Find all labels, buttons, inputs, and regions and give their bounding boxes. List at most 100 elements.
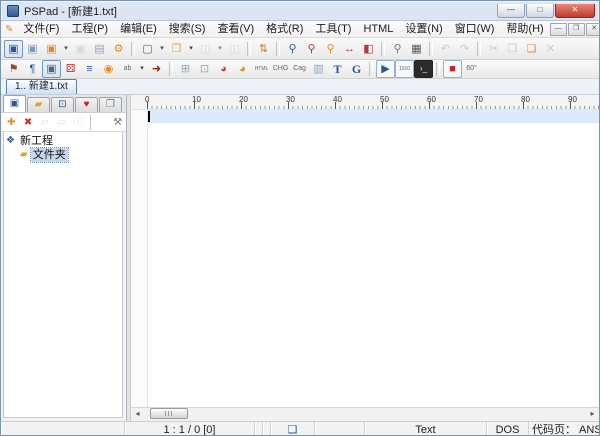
maximize-button[interactable]: □ — [526, 4, 554, 18]
tree-item-project[interactable]: ❖ 新工程 — [4, 134, 122, 148]
show-formatting-icon[interactable]: ¶ — [23, 60, 42, 78]
scrollbar-thumb[interactable] — [150, 408, 188, 419]
titlebar[interactable]: PSPad - [新建1.txt] —□✕ — [1, 1, 599, 20]
html-colors-icon[interactable]: ◕ — [233, 60, 252, 78]
numbers-icon[interactable]: 1010 — [395, 60, 414, 78]
minimize-button[interactable]: — — [497, 4, 525, 18]
menu-item[interactable]: 窗口(W) — [449, 22, 501, 37]
google-search-icon[interactable]: G — [347, 60, 366, 78]
project-new-icon[interactable]: ▣ — [4, 40, 23, 58]
ruler-mark: 70 — [474, 95, 521, 104]
cut-icon[interactable]: ✂ — [484, 40, 503, 58]
code-page-book-icon[interactable]: ◧ — [359, 40, 378, 58]
text-filter-icon[interactable]: T — [328, 60, 347, 78]
close-button[interactable]: ✕ — [555, 4, 595, 18]
code-explorer-icon[interactable]: ⚑ — [4, 60, 23, 78]
paste-icon[interactable]: ❏ — [522, 40, 541, 58]
menu-item[interactable]: 帮助(H) — [500, 22, 549, 37]
goto-line-icon[interactable]: ↔ — [340, 40, 359, 58]
char-table-menu-icon[interactable]: ▾ — [137, 60, 147, 78]
sidebar-tab-files[interactable]: ▰ — [27, 97, 50, 112]
tag-editor-icon[interactable]: ⊡ — [195, 60, 214, 78]
toolbar-separator — [90, 115, 107, 130]
menu-item[interactable]: 工具(T) — [309, 22, 357, 37]
open-file-icon[interactable]: ❒ — [167, 40, 186, 58]
lock-file-icon[interactable]: ◉ — [99, 60, 118, 78]
run-script-icon[interactable]: ▶ — [376, 60, 395, 78]
undo-icon[interactable]: ↶ — [436, 40, 455, 58]
text-area[interactable] — [131, 110, 599, 407]
save-file-menu-icon[interactable]: ▾ — [215, 40, 225, 58]
project-save-menu-icon[interactable]: ▾ — [61, 40, 71, 58]
project-keymap-icon[interactable]: ▤ — [90, 40, 109, 58]
mdi-minimize-button[interactable]: — — [550, 23, 567, 36]
scroll-right-button[interactable]: ▸ — [586, 408, 599, 421]
ruler-mark: 20 — [239, 95, 286, 104]
console-icon[interactable]: ›_ — [414, 60, 433, 78]
scroll-left-button[interactable]: ◂ — [131, 408, 144, 421]
table-icon[interactable]: ▥ — [309, 60, 328, 78]
record-macro-icon[interactable]: ■ — [443, 60, 462, 78]
sidebar-tabs: ▣▰⊡♥❐ — [1, 95, 126, 112]
project-open-icon[interactable]: ▣ — [23, 40, 42, 58]
char-table-icon[interactable]: ab — [118, 60, 137, 78]
wysiwyg-icon[interactable]: HTML — [252, 60, 271, 78]
open-file-menu-icon[interactable]: ▾ — [186, 40, 196, 58]
print-preview-icon[interactable]: ⚲ — [388, 40, 407, 58]
project-save-icon[interactable]: ▣ — [42, 40, 61, 58]
horizontal-scrollbar[interactable]: ◂ ▸ — [131, 407, 599, 421]
mdi-close-button[interactable]: ✕ — [586, 23, 600, 36]
project-info-icon[interactable]: ⓘ — [70, 114, 87, 131]
project-close-icon[interactable]: ▣ — [71, 40, 90, 58]
menu-item[interactable]: 格式(R) — [260, 22, 309, 37]
menu-item[interactable]: 文件(F) — [17, 22, 65, 37]
delete-icon[interactable]: ✕ — [541, 40, 560, 58]
print-icon[interactable]: ▦ — [407, 40, 426, 58]
project-open-folder-icon[interactable]: ▱ — [53, 114, 70, 131]
copy-icon[interactable]: ❐ — [503, 40, 522, 58]
sidebar-tab-windows[interactable]: ❐ — [99, 97, 122, 112]
color-picker-icon[interactable]: ◕ — [214, 60, 233, 78]
strip-tags-icon[interactable]: Cag — [290, 60, 309, 78]
toolbar-separator — [436, 62, 440, 76]
redo-icon[interactable]: ↷ — [455, 40, 474, 58]
tree-item-folder[interactable]: ▰ 文件夹 — [4, 148, 122, 162]
change-case-icon[interactable]: CHG — [271, 60, 290, 78]
menu-item[interactable]: 编辑(E) — [114, 22, 163, 37]
degree-icon[interactable]: 60° — [462, 60, 481, 78]
code-tree-icon[interactable]: ⇅ — [254, 40, 273, 58]
status-syntax: Text — [365, 422, 487, 436]
project-remove-file-icon[interactable]: ✖ — [20, 114, 37, 131]
new-file-icon[interactable]: ▢ — [138, 40, 157, 58]
tab-new-file-1[interactable]: 1.. 新建1.txt — [6, 79, 77, 94]
save-all-icon[interactable]: ◫ — [225, 40, 244, 58]
search-icon[interactable]: ⚲ — [283, 40, 302, 58]
document-tab-bar: 1.. 新建1.txt — [1, 79, 599, 95]
project-settings-icon[interactable]: ⚙ — [109, 40, 128, 58]
sidebar-tab-favorites[interactable]: ♥ — [75, 97, 98, 112]
syntax-colors-icon[interactable]: ⚄ — [61, 60, 80, 78]
pin-icon[interactable]: ➜ — [147, 60, 166, 78]
mdi-restore-button[interactable]: ❐ — [568, 23, 585, 36]
scrollbar-track[interactable] — [144, 408, 586, 421]
menu-item[interactable]: 设置(N) — [399, 22, 448, 37]
frame-view-icon[interactable]: ▣ — [42, 60, 61, 78]
toolbar-separator — [429, 42, 433, 56]
sidebar-tab-ftp[interactable]: ⊡ — [51, 97, 74, 112]
new-file-menu-icon[interactable]: ▾ — [157, 40, 167, 58]
project-tools-icon[interactable]: ⚒ — [109, 114, 126, 131]
search-replace-icon[interactable]: ⚲ — [302, 40, 321, 58]
save-file-icon[interactable]: ◫ — [196, 40, 215, 58]
menu-item[interactable]: 查看(V) — [211, 22, 260, 37]
project-add-file-icon[interactable]: ✚ — [3, 114, 20, 131]
menu-item[interactable]: 搜索(S) — [163, 22, 212, 37]
sidebar-tab-project[interactable]: ▣ — [3, 95, 26, 112]
app-icon — [7, 5, 19, 17]
menu-item[interactable]: 工程(P) — [65, 22, 114, 37]
search-in-files-icon[interactable]: ⚲ — [321, 40, 340, 58]
menu-item[interactable]: HTML — [357, 22, 399, 37]
insert-template-icon[interactable]: ⊞ — [176, 60, 195, 78]
project-new-folder-icon[interactable]: ▱ — [36, 114, 53, 131]
sort-lines-icon[interactable]: ≡ — [80, 60, 99, 78]
status-file-icon: ❏ — [271, 422, 315, 436]
